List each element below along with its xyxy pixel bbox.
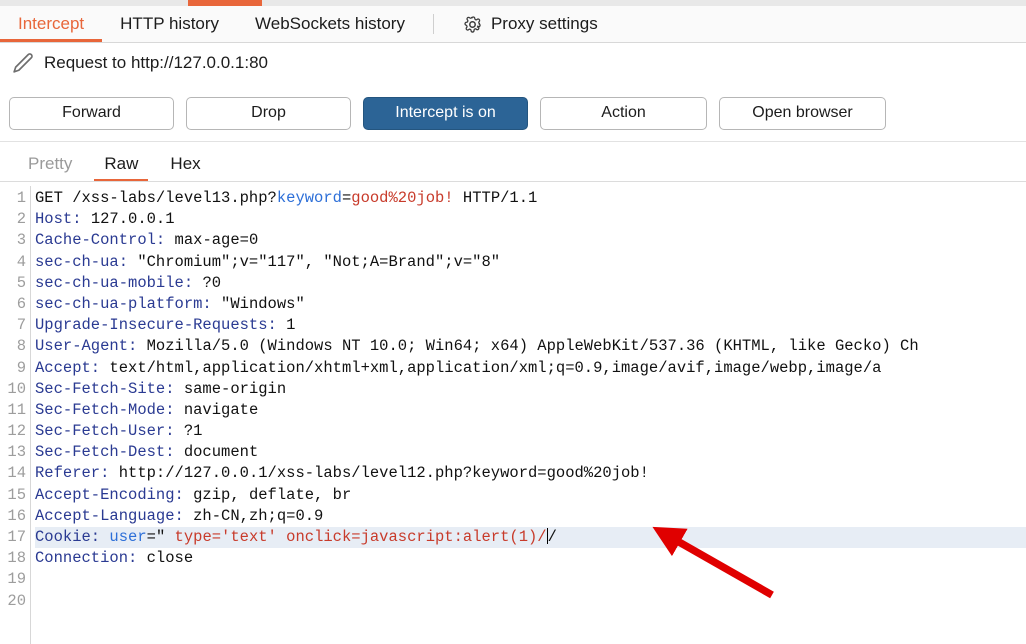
open-browser-button[interactable]: Open browser <box>719 96 886 130</box>
code-line: Upgrade-Insecure-Requests: 1 <box>35 316 296 335</box>
tab-websockets-history[interactable]: WebSockets history <box>237 6 423 42</box>
code-line: GET /xss-labs/level13.php?keyword=good%2… <box>35 189 538 207</box>
toolbar-divider <box>0 141 1026 142</box>
line-number: 16 <box>7 506 26 525</box>
tab-hex[interactable]: Hex <box>154 146 216 182</box>
line-number: 10 <box>7 379 26 398</box>
line-number: 5 <box>16 273 26 292</box>
request-code-area[interactable]: GET /xss-labs/level13.php?keyword=good%2… <box>35 186 1026 644</box>
request-title-row: Request to http://127.0.0.1:80 <box>0 43 1026 83</box>
tab-pretty[interactable]: Pretty <box>12 146 88 182</box>
line-number: 8 <box>16 337 26 356</box>
code-line: Sec-Fetch-Mode: navigate <box>35 400 259 419</box>
gutter-divider <box>30 186 31 644</box>
code-line: Sec-Fetch-Site: same-origin <box>35 379 287 398</box>
line-number: 13 <box>7 443 26 462</box>
code-line: Accept-Language: zh-CN,zh;q=0.9 <box>35 506 324 525</box>
line-number-gutter: 1 2 3 4 5 6 7 8 9 10 11 12 13 14 15 16 17 18 19 20 <box>0 186 28 644</box>
code-line: Host: 127.0.0.1 <box>35 210 175 229</box>
code-line: User-Agent: Mozilla/5.0 (Windows NT 10.0… <box>35 337 919 356</box>
line-number: 14 <box>7 464 26 483</box>
code-line: Cache-Control: max-age=0 <box>35 231 259 250</box>
intercept-toggle-button[interactable]: Intercept is on <box>363 96 528 130</box>
tab-http-history-label: HTTP history <box>120 14 220 33</box>
code-line: Cookie: user=" type='text' onclick=javas… <box>35 527 1026 549</box>
line-number: 18 <box>7 549 26 568</box>
line-number: 11 <box>7 400 26 419</box>
tab-intercept-label: Intercept <box>18 14 85 33</box>
line-number: 4 <box>16 252 26 271</box>
tab-proxy-settings[interactable]: Proxy settings <box>444 6 616 42</box>
line-number: 12 <box>7 422 26 441</box>
page-title: Request to http://127.0.0.1:80 <box>44 53 268 72</box>
code-line: sec-ch-ua-platform: "Windows" <box>35 294 305 313</box>
line-number: 20 <box>7 591 26 610</box>
tab-http-history[interactable]: HTTP history <box>102 6 237 42</box>
intercept-action-bar: Forward Drop Intercept is on Action Open… <box>0 96 1026 130</box>
gear-icon <box>462 14 483 35</box>
tab-divider <box>432 14 434 34</box>
tab-raw-label: Raw <box>104 154 139 173</box>
line-number: 1 <box>16 189 26 207</box>
forward-button[interactable]: Forward <box>9 96 174 130</box>
tab-proxy-settings-label: Proxy settings <box>490 14 598 33</box>
line-number: 2 <box>16 210 26 229</box>
code-line: sec-ch-ua: "Chromium";v="117", "Not;A=Br… <box>35 252 501 271</box>
line-number: 6 <box>16 294 26 313</box>
pencil-icon <box>10 50 36 76</box>
code-line: sec-ch-ua-mobile: ?0 <box>35 273 222 292</box>
tab-raw[interactable]: Raw <box>88 146 154 182</box>
tab-websockets-history-label: WebSockets history <box>255 14 405 33</box>
tab-hex-label: Hex <box>170 154 201 173</box>
message-view-divider <box>0 181 1026 182</box>
line-number: 7 <box>16 316 26 335</box>
raw-request-editor[interactable]: 1 2 3 4 5 6 7 8 9 10 11 12 13 14 15 16 17 18 19 20 GET /xss… <box>0 186 1026 644</box>
code-line: Sec-Fetch-Dest: document <box>35 443 259 462</box>
line-number: 3 <box>16 231 26 250</box>
message-view-tabs: Pretty Raw Hex <box>0 146 1026 182</box>
code-line: Sec-Fetch-User: ?1 <box>35 422 203 441</box>
line-number: 17 <box>7 528 26 546</box>
drop-button[interactable]: Drop <box>186 96 351 130</box>
tab-intercept[interactable]: Intercept <box>0 6 103 42</box>
code-line: Accept: text/html,application/xhtml+xml,… <box>35 358 882 377</box>
tab-pretty-label: Pretty <box>28 154 73 173</box>
action-button[interactable]: Action <box>540 96 707 130</box>
code-line: Connection: close <box>35 549 194 568</box>
proxy-tab-bar: Intercept HTTP history WebSockets histor… <box>0 6 1026 43</box>
code-line: Accept-Encoding: gzip, deflate, br <box>35 485 352 504</box>
line-number: 15 <box>7 485 26 504</box>
code-line: Referer: http://127.0.0.1/xss-labs/level… <box>35 464 649 483</box>
line-number: 9 <box>16 358 26 377</box>
line-number: 19 <box>7 570 26 589</box>
